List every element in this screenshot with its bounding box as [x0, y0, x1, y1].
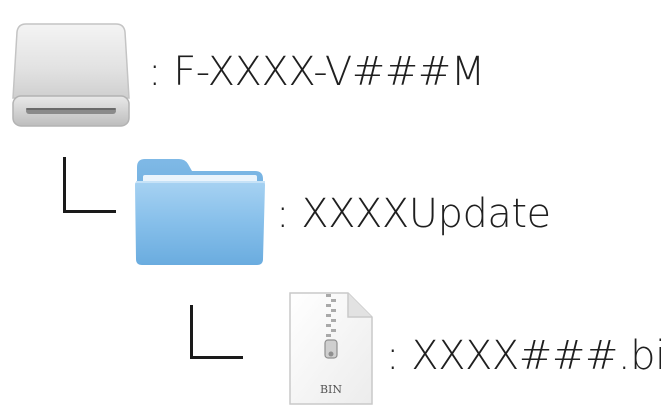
- file-node: BIN: [286, 290, 376, 408]
- external-drive-icon: [10, 20, 132, 132]
- tree-connector: [63, 157, 116, 213]
- folder-node: [127, 145, 272, 275]
- folder-label: : XXXXUpdate: [276, 191, 551, 237]
- drive-node: [10, 20, 132, 132]
- bin-file-icon: BIN: [286, 290, 376, 408]
- folder-icon: [127, 145, 272, 275]
- bin-label-text: BIN: [320, 383, 342, 396]
- tree-connector: [190, 305, 243, 359]
- file-label: : XXXX###.bin: [386, 333, 661, 379]
- drive-label: : F-XXXX-V###M: [148, 49, 485, 95]
